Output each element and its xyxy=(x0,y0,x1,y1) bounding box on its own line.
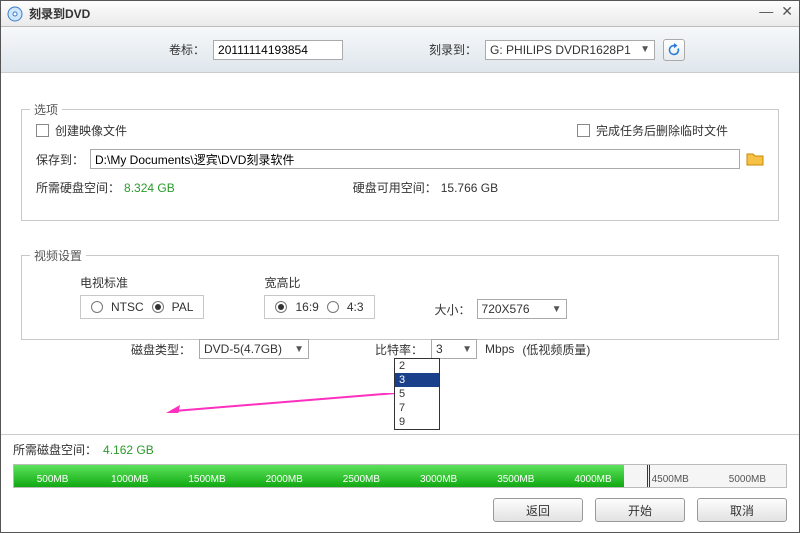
bitrate-label: 比特率： xyxy=(375,341,423,358)
video-legend: 视频设置 xyxy=(30,247,86,264)
delete-temp-label: 完成任务后删除临时文件 xyxy=(596,122,728,139)
size-select[interactable]: 720X576 ▼ xyxy=(477,299,567,319)
start-button[interactable]: 开始 xyxy=(595,498,685,522)
tick-label: 2500MB xyxy=(323,474,400,485)
tick-label: 1500MB xyxy=(168,474,245,485)
refresh-button[interactable] xyxy=(663,39,685,61)
avail-hd-label: 硬盘可用空间： xyxy=(353,179,437,196)
tick-label: 5000MB xyxy=(709,474,786,485)
volume-label: 卷标： xyxy=(169,41,205,58)
create-image-label: 创建映像文件 xyxy=(55,122,127,139)
tick-label: 500MB xyxy=(14,474,91,485)
mbps-label: Mbps xyxy=(485,342,514,356)
refresh-icon xyxy=(667,43,681,57)
tick-label: 4000MB xyxy=(554,474,631,485)
size-label: 大小： xyxy=(435,301,471,318)
pal-label: PAL xyxy=(172,300,194,314)
save-to-label: 保存到： xyxy=(36,151,84,168)
bitrate-dropdown[interactable]: 2 3 5 7 9 xyxy=(394,358,440,430)
bottom-panel: 所需磁盘空间： 4.162 GB 500MB 1000MB 1500MB 200… xyxy=(1,434,799,532)
bitrate-option[interactable]: 7 xyxy=(395,401,439,415)
back-label: 返回 xyxy=(526,502,550,519)
chevron-down-icon: ▼ xyxy=(290,344,304,355)
bitrate-option[interactable]: 2 xyxy=(395,359,439,373)
disc-type-value: DVD-5(4.7GB) xyxy=(204,342,282,356)
disc-type-label: 磁盘类型： xyxy=(131,341,191,358)
start-label: 开始 xyxy=(628,502,652,519)
burn-to-label: 刻录到： xyxy=(429,41,477,58)
bitrate-select[interactable]: 3 ▼ xyxy=(431,339,477,359)
aspect-169-radio[interactable] xyxy=(275,301,287,313)
tv-standard-group: NTSC PAL xyxy=(80,295,204,319)
folder-icon[interactable] xyxy=(746,150,764,168)
tick-label: 4500MB xyxy=(632,474,709,485)
bitrate-value: 3 xyxy=(436,342,443,356)
cancel-label: 取消 xyxy=(730,502,754,519)
delete-temp-checkbox[interactable] xyxy=(577,124,590,137)
aspect-169-label: 16:9 xyxy=(295,300,318,314)
need-hd-value: 8.324 GB xyxy=(124,181,175,195)
video-fieldset: 视频设置 电视标准 NTSC PAL 宽高比 xyxy=(21,255,779,340)
disc-type-select[interactable]: DVD-5(4.7GB) ▼ xyxy=(199,339,309,359)
burn-to-select[interactable]: G: PHILIPS DVDR1628P1 ▼ xyxy=(485,40,655,60)
avail-hd-value: 15.766 GB xyxy=(441,181,498,195)
chevron-down-icon: ▼ xyxy=(458,344,472,355)
aspect-43-label: 4:3 xyxy=(347,300,364,314)
chevron-down-icon: ▼ xyxy=(636,44,650,55)
ntsc-label: NTSC xyxy=(111,300,144,314)
aspect-label: 宽高比 xyxy=(264,274,374,291)
bitrate-option[interactable]: 5 xyxy=(395,387,439,401)
create-image-checkbox[interactable] xyxy=(36,124,49,137)
tick-label: 1000MB xyxy=(91,474,168,485)
options-fieldset: 选项 创建映像文件 完成任务后删除临时文件 保存到： xyxy=(21,109,779,221)
titlebar: 刻录到DVD — ✕ xyxy=(1,1,799,27)
tick-label: 3000MB xyxy=(400,474,477,485)
bitrate-option[interactable]: 9 xyxy=(395,415,439,429)
minimize-button[interactable]: — xyxy=(759,3,773,20)
options-legend: 选项 xyxy=(30,101,62,118)
need-hd-label: 所需硬盘空间： xyxy=(36,179,120,196)
capacity-ticks: 500MB 1000MB 1500MB 2000MB 2500MB 3000MB… xyxy=(14,474,786,485)
chevron-down-icon: ▼ xyxy=(548,304,562,315)
top-row: 卷标： 刻录到： G: PHILIPS DVDR1628P1 ▼ xyxy=(1,27,799,73)
aspect-43-radio[interactable] xyxy=(327,301,339,313)
disc-icon xyxy=(7,6,23,22)
volume-input[interactable] xyxy=(213,40,343,60)
tick-label: 2000MB xyxy=(246,474,323,485)
cancel-button[interactable]: 取消 xyxy=(697,498,787,522)
need-disc-label: 所需磁盘空间： xyxy=(13,441,97,458)
aspect-group: 16:9 4:3 xyxy=(264,295,374,319)
pal-radio[interactable] xyxy=(152,301,164,313)
size-value: 720X576 xyxy=(482,302,530,316)
tick-label: 3500MB xyxy=(477,474,554,485)
tv-standard-label: 电视标准 xyxy=(80,274,204,291)
annotation-arrow-icon xyxy=(166,393,396,413)
save-to-input[interactable] xyxy=(90,149,740,169)
disc-capacity-bar: 500MB 1000MB 1500MB 2000MB 2500MB 3000MB… xyxy=(13,464,787,488)
ntsc-radio[interactable] xyxy=(91,301,103,313)
quality-note: (低视频质量) xyxy=(522,341,590,358)
need-disc-value: 4.162 GB xyxy=(103,443,154,457)
bitrate-option[interactable]: 3 xyxy=(395,373,439,387)
burn-to-value: G: PHILIPS DVDR1628P1 xyxy=(490,43,631,57)
window-title: 刻录到DVD xyxy=(29,5,90,22)
close-button[interactable]: ✕ xyxy=(781,3,793,20)
back-button[interactable]: 返回 xyxy=(493,498,583,522)
